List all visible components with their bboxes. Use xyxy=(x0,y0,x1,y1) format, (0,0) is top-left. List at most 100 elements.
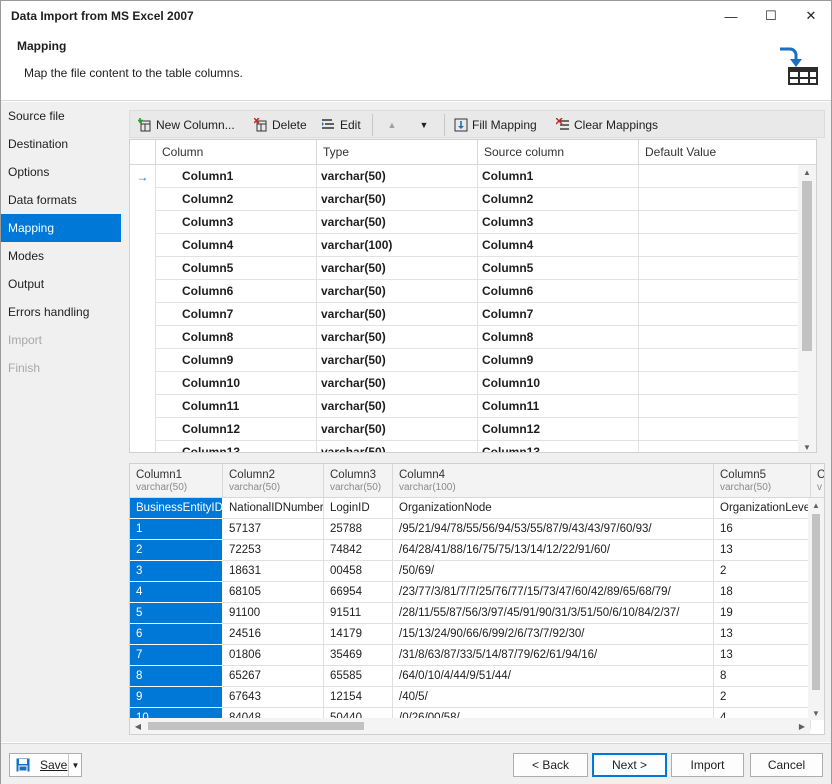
mapping-cell-type[interactable]: varchar(50) xyxy=(316,280,477,303)
preview-row[interactable]: BusinessEntityID NationalIDNumber LoginID O… xyxy=(130,498,811,519)
mapping-cell-default-value[interactable] xyxy=(638,395,808,418)
import-button[interactable]: Import xyxy=(671,753,744,777)
preview-cell[interactable]: OrganizationNode xyxy=(393,498,714,519)
mapping-cell-type[interactable]: varchar(50) xyxy=(316,257,477,280)
back-button[interactable]: < Back xyxy=(513,753,588,777)
table-row[interactable]: Column2 varchar(50) Column2 xyxy=(130,188,810,211)
scroll-left-icon[interactable]: ◀ xyxy=(130,718,146,734)
fill-mapping-button[interactable]: Fill Mapping xyxy=(454,114,537,136)
mapping-cell-column[interactable]: Column10 xyxy=(155,372,316,395)
preview-cell[interactable]: LoginID xyxy=(324,498,393,519)
table-row[interactable]: Column8 varchar(50) Column8 xyxy=(130,326,810,349)
table-row[interactable]: → Column1 varchar(50) Column1 xyxy=(130,165,810,188)
mapping-cell-column[interactable]: Column6 xyxy=(155,280,316,303)
preview-cell[interactable]: 57137 xyxy=(223,519,324,540)
sidebar-item-mapping[interactable]: Mapping xyxy=(1,214,121,242)
preview-cell[interactable]: 9 xyxy=(130,687,223,708)
mapping-cell-column[interactable]: Column5 xyxy=(155,257,316,280)
mapping-cell-type[interactable]: varchar(100) xyxy=(316,234,477,257)
mapping-cell-type[interactable]: varchar(50) xyxy=(316,441,477,452)
table-row[interactable]: Column5 varchar(50) Column5 xyxy=(130,257,810,280)
preview-cell[interactable]: 18 xyxy=(714,582,811,603)
preview-row[interactable]: 9 67643 12154/40/5/2 xyxy=(130,687,811,708)
mapping-cell-type[interactable]: varchar(50) xyxy=(316,326,477,349)
preview-cell[interactable]: 1 xyxy=(130,519,223,540)
mapping-cell-source-column[interactable]: Column4 xyxy=(477,234,638,257)
mapping-cell-source-column[interactable]: Column10 xyxy=(477,372,638,395)
preview-cell[interactable]: 8 xyxy=(130,666,223,687)
preview-cell[interactable]: 18631 xyxy=(223,561,324,582)
mapping-cell-type[interactable]: varchar(50) xyxy=(316,372,477,395)
table-row[interactable]: Column6 varchar(50) Column6 xyxy=(130,280,810,303)
table-row[interactable]: Column9 varchar(50) Column9 xyxy=(130,349,810,372)
preview-cell[interactable]: /40/5/ xyxy=(393,687,714,708)
mapping-cell-default-value[interactable] xyxy=(638,326,808,349)
scroll-down-icon[interactable]: ▼ xyxy=(798,440,816,452)
preview-header-column4[interactable]: Column4 varchar(100) xyxy=(393,464,714,498)
table-row[interactable]: Column13 varchar(50) Column13 xyxy=(130,441,810,452)
preview-cell[interactable]: BusinessEntityID xyxy=(130,498,223,519)
table-row[interactable]: Column10 varchar(50) Column10 xyxy=(130,372,810,395)
new-column-button[interactable]: New Column... xyxy=(138,114,235,136)
mapping-cell-type[interactable]: varchar(50) xyxy=(316,303,477,326)
mapping-cell-column[interactable]: Column4 xyxy=(155,234,316,257)
preview-cell[interactable]: 14179 xyxy=(324,624,393,645)
mapping-cell-default-value[interactable] xyxy=(638,303,808,326)
preview-cell[interactable]: 6 xyxy=(130,624,223,645)
mapping-cell-type[interactable]: varchar(50) xyxy=(316,211,477,234)
mapping-cell-type[interactable]: varchar(50) xyxy=(316,395,477,418)
table-row[interactable]: Column12 varchar(50) Column12 xyxy=(130,418,810,441)
preview-cell[interactable]: 65585 xyxy=(324,666,393,687)
sidebar-item-options[interactable]: Options xyxy=(1,158,121,186)
scrollbar-thumb[interactable] xyxy=(812,514,820,690)
move-down-button[interactable]: ▼ xyxy=(416,114,432,136)
preview-cell[interactable]: 67643 xyxy=(223,687,324,708)
edit-button[interactable]: Edit xyxy=(322,114,361,136)
preview-cell[interactable]: 13 xyxy=(714,624,811,645)
preview-vertical-scrollbar[interactable]: ▲ ▼ xyxy=(808,498,824,720)
preview-row[interactable]: 4 68105 66954/23/77/3/81/7/7/25/76/77/15/7… xyxy=(130,582,811,603)
scroll-up-icon[interactable]: ▲ xyxy=(798,165,816,179)
mapping-cell-default-value[interactable] xyxy=(638,188,808,211)
table-row[interactable]: Column11 varchar(50) Column11 xyxy=(130,395,810,418)
preview-cell[interactable]: /31/8/63/87/33/5/14/87/79/62/61/94/16/ xyxy=(393,645,714,666)
preview-cell[interactable]: 13 xyxy=(714,645,811,666)
mapping-cell-default-value[interactable] xyxy=(638,211,808,234)
preview-cell[interactable]: 2 xyxy=(714,561,811,582)
preview-cell[interactable]: /50/69/ xyxy=(393,561,714,582)
column-header-default-value[interactable]: Default Value xyxy=(638,140,808,165)
mapping-cell-default-value[interactable] xyxy=(638,280,808,303)
preview-cell[interactable]: 72253 xyxy=(223,540,324,561)
preview-cell[interactable]: 35469 xyxy=(324,645,393,666)
table-row[interactable]: Column7 varchar(50) Column7 xyxy=(130,303,810,326)
column-header-source-column[interactable]: Source column xyxy=(477,140,638,165)
preview-cell[interactable]: 2 xyxy=(130,540,223,561)
mapping-cell-column[interactable]: Column9 xyxy=(155,349,316,372)
save-button[interactable]: Save ▼ xyxy=(9,753,82,777)
scroll-up-icon[interactable]: ▲ xyxy=(808,498,824,512)
mapping-cell-source-column[interactable]: Column6 xyxy=(477,280,638,303)
mapping-cell-column[interactable]: Column12 xyxy=(155,418,316,441)
mapping-cell-source-column[interactable]: Column8 xyxy=(477,326,638,349)
preview-cell[interactable]: NationalIDNumber xyxy=(223,498,324,519)
mapping-cell-default-value[interactable] xyxy=(638,418,808,441)
close-button[interactable]: ✕ xyxy=(791,1,831,31)
preview-row[interactable]: 2 72253 74842/64/28/41/88/16/75/75/13/14/1… xyxy=(130,540,811,561)
preview-header-column1[interactable]: Column1 varchar(50) xyxy=(130,464,223,498)
preview-cell[interactable]: 3 xyxy=(130,561,223,582)
minimize-button[interactable]: — xyxy=(711,1,751,31)
save-dropdown-arrow-icon[interactable]: ▼ xyxy=(68,754,82,776)
move-up-button[interactable]: ▲ xyxy=(384,114,400,136)
preview-header-column2[interactable]: Column2 varchar(50) xyxy=(223,464,324,498)
preview-cell[interactable]: 13 xyxy=(714,540,811,561)
preview-row[interactable]: 8 65267 65585/64/0/10/4/44/9/51/44/8 xyxy=(130,666,811,687)
preview-cell[interactable]: 91100 xyxy=(223,603,324,624)
preview-row[interactable]: 7 01806 35469/31/8/63/87/33/5/14/87/79/62/… xyxy=(130,645,811,666)
preview-horizontal-scrollbar[interactable]: ◀ ▶ xyxy=(130,718,810,734)
preview-cell[interactable]: 25788 xyxy=(324,519,393,540)
preview-cell[interactable]: 4 xyxy=(130,582,223,603)
mapping-cell-source-column[interactable]: Column1 xyxy=(477,165,638,188)
mapping-cell-column[interactable]: Column2 xyxy=(155,188,316,211)
mapping-cell-source-column[interactable]: Column12 xyxy=(477,418,638,441)
mapping-cell-default-value[interactable] xyxy=(638,349,808,372)
